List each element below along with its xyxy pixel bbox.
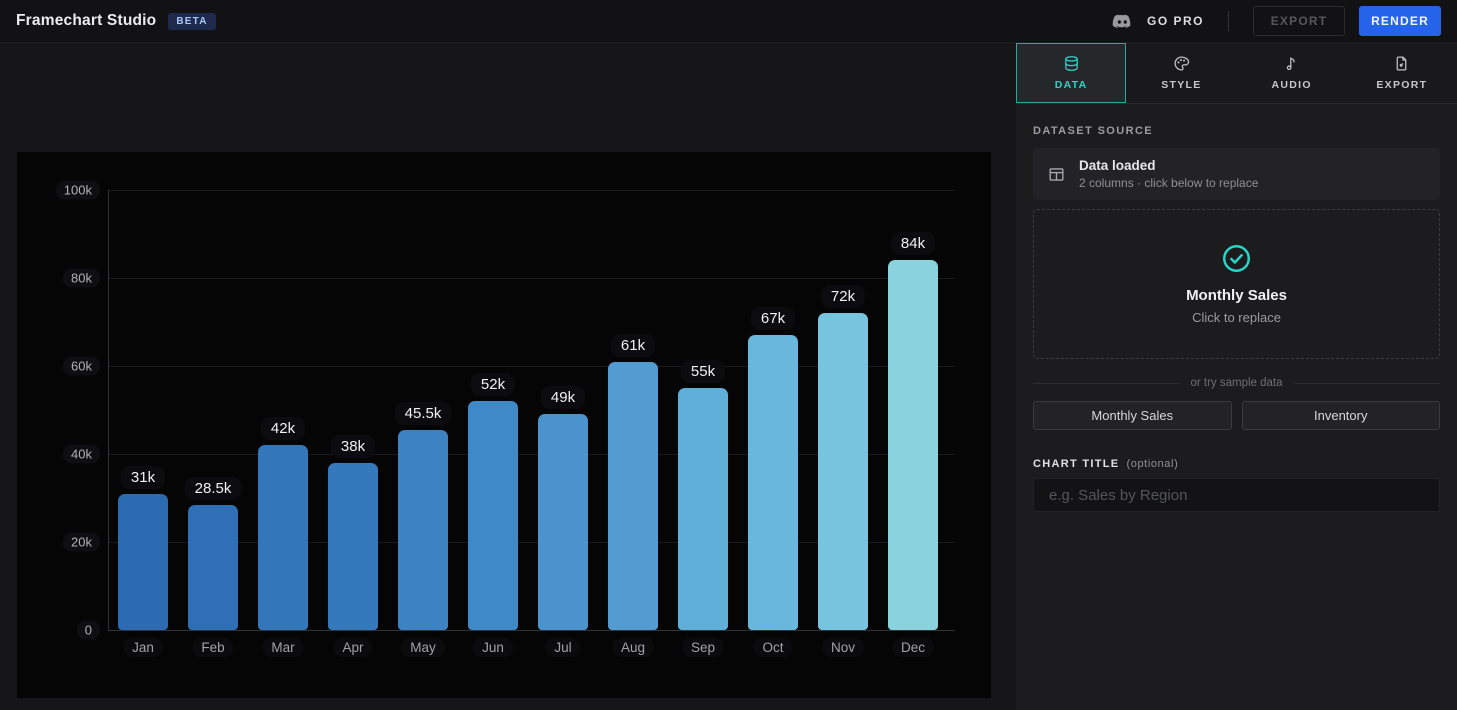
gridline-80k	[108, 278, 955, 279]
top-bar-actions: GO PRO EXPORT RENDER	[1111, 6, 1441, 36]
x-tick-Sep: Sep	[681, 638, 725, 657]
x-tick-Oct: Oct	[753, 638, 793, 657]
bar-Feb	[188, 504, 238, 630]
tab-export-label: EXPORT	[1376, 79, 1428, 91]
database-icon	[1064, 56, 1078, 71]
value-label-Feb: 28.5k	[184, 476, 242, 500]
chart-title-label-suffix: (optional)	[1126, 458, 1179, 470]
beta-badge: BETA	[168, 12, 216, 30]
bar-Nov	[818, 313, 868, 630]
bar-Dec	[888, 260, 938, 630]
tab-audio-label: AUDIO	[1271, 79, 1312, 91]
y-tick-40k: 40k	[63, 444, 100, 464]
x-tick-Aug: Aug	[611, 638, 655, 657]
y-tick-100k: 100k	[55, 180, 100, 200]
file-export-icon	[1396, 56, 1407, 71]
x-tick-Dec: Dec	[891, 638, 935, 657]
bar-Jan	[118, 493, 168, 630]
bar-Apr	[328, 462, 378, 630]
tab-export[interactable]: EXPORT	[1347, 43, 1457, 103]
chart-panel: 0 20k 40k 60k 80k 100k 31k Jan 28.5k Feb 42k Mar 38k…	[17, 152, 991, 698]
sidebar-tab-bar: DATA STYLE AUDIO EXPORT	[1016, 43, 1457, 104]
value-label-Sep: 55k	[680, 360, 726, 383]
value-label-Jul: 49k	[540, 386, 586, 410]
bar-Mar	[258, 445, 308, 630]
go-pro-link[interactable]: GO PRO	[1147, 14, 1204, 28]
x-tick-Mar: Mar	[262, 638, 304, 657]
bar-May	[398, 429, 448, 630]
table-icon	[1049, 167, 1064, 181]
value-label-Jan: 31k	[120, 465, 166, 489]
dataset-dropzone[interactable]: Monthly Sales Click to replace	[1033, 209, 1440, 359]
tab-data[interactable]: DATA	[1016, 43, 1127, 103]
y-tick-0: 0	[76, 620, 100, 640]
value-label-Dec: 84k	[890, 232, 936, 256]
x-tick-Nov: Nov	[821, 638, 865, 657]
topbar-divider	[1228, 11, 1229, 31]
y-tick-60k: 60k	[63, 356, 100, 376]
check-circle-icon	[1223, 245, 1250, 272]
export-button[interactable]: EXPORT	[1253, 6, 1345, 36]
dataset-source-heading: DATASET SOURCE	[1033, 125, 1154, 137]
bar-Jul	[538, 414, 588, 630]
data-loaded-title: Data loaded	[1079, 158, 1156, 173]
divider-line-right	[1293, 382, 1441, 384]
bar-Oct	[748, 335, 798, 630]
settings-sidebar: DATA STYLE AUDIO EXPORT DATASET SOURCE D…	[1016, 43, 1457, 710]
sidebar-content: DATASET SOURCE Data loaded 2 columns · c…	[1016, 125, 1457, 512]
dropzone-dataset-name: Monthly Sales	[1186, 287, 1287, 304]
value-label-Mar: 42k	[260, 417, 306, 441]
sample-monthly-sales-button[interactable]: Monthly Sales	[1033, 401, 1232, 430]
value-label-Jun: 52k	[470, 373, 516, 397]
gridline-100k	[108, 190, 955, 191]
y-tick-20k: 20k	[63, 532, 100, 552]
x-tick-Feb: Feb	[192, 638, 234, 657]
discord-icon[interactable]	[1111, 10, 1133, 32]
sample-inventory-button[interactable]: Inventory	[1241, 401, 1440, 430]
tab-audio[interactable]: AUDIO	[1237, 43, 1347, 103]
tab-style[interactable]: STYLE	[1126, 43, 1236, 103]
render-button[interactable]: RENDER	[1359, 6, 1441, 36]
bar-Jun	[468, 401, 518, 630]
palette-icon	[1174, 56, 1190, 71]
value-label-May: 45.5k	[394, 401, 452, 425]
data-loaded-card: Data loaded 2 columns · click below to r…	[1033, 148, 1440, 200]
chart-title-label-main: CHART TITLE	[1033, 458, 1120, 470]
value-label-Oct: 67k	[750, 307, 796, 331]
x-tick-Jan: Jan	[123, 638, 163, 657]
bar-Sep	[678, 388, 728, 630]
divider-line-left	[1033, 382, 1180, 384]
dropzone-hint: Click to replace	[1192, 310, 1281, 325]
tab-data-label: DATA	[1054, 79, 1088, 91]
data-loaded-subtitle: 2 columns · click below to replace	[1079, 176, 1259, 190]
chart-stage: 0 20k 40k 60k 80k 100k 31k Jan 28.5k Feb 42k Mar 38k…	[0, 43, 1016, 710]
tab-style-label: STYLE	[1161, 79, 1202, 91]
y-axis-line	[108, 190, 109, 630]
chart-title-label: CHART TITLE (optional)	[1033, 458, 1440, 470]
x-axis-line	[108, 630, 955, 631]
x-tick-Apr: Apr	[333, 638, 373, 657]
sample-data-divider-label: or try sample data	[1190, 377, 1283, 389]
bar-Aug	[608, 361, 658, 630]
brand: Framechart Studio BETA	[16, 12, 216, 30]
x-tick-May: May	[401, 638, 445, 657]
value-label-Aug: 61k	[610, 333, 656, 357]
data-loaded-text: Data loaded 2 columns · click below to r…	[1079, 158, 1258, 190]
value-label-Apr: 38k	[330, 434, 376, 458]
sample-data-buttons: Monthly Sales Inventory	[1033, 401, 1440, 430]
bar-chart: 0 20k 40k 60k 80k 100k 31k Jan 28.5k Feb 42k Mar 38k…	[17, 152, 991, 698]
sample-data-divider: or try sample data	[1033, 377, 1441, 389]
x-tick-Jun: Jun	[473, 638, 513, 657]
chart-title-input[interactable]	[1033, 478, 1440, 512]
app-title: Framechart Studio	[16, 12, 157, 29]
top-bar: Framechart Studio BETA GO PRO EXPORT REN…	[0, 0, 1457, 43]
value-label-Nov: 72k	[820, 285, 866, 309]
x-tick-Jul: Jul	[545, 638, 581, 657]
y-tick-80k: 80k	[63, 268, 100, 288]
music-note-icon	[1286, 57, 1295, 71]
